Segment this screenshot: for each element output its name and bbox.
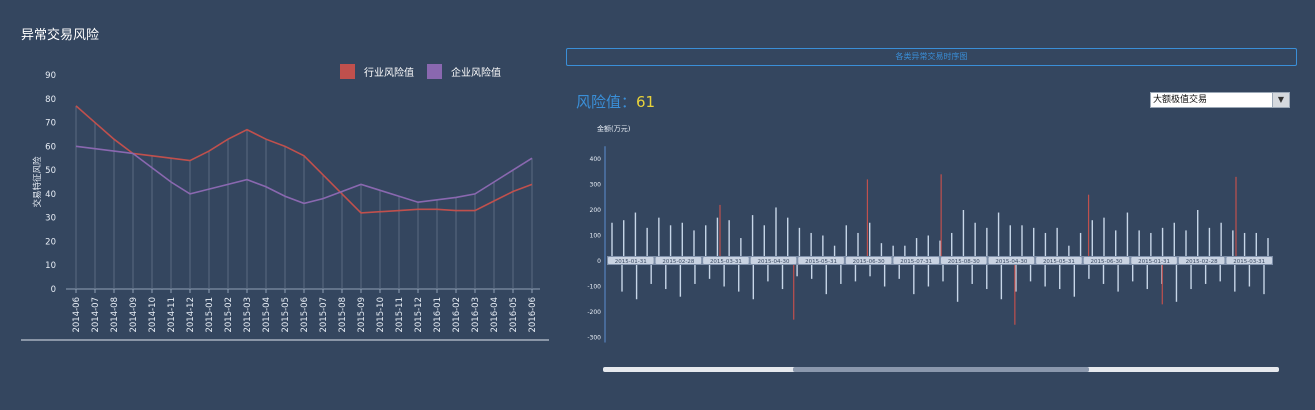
x-tick-label: 2016-01 (433, 297, 443, 333)
legend-swatch (427, 64, 442, 79)
y-tick-label: 60 (45, 142, 56, 152)
date-label: 2015-03-31 (1233, 259, 1265, 265)
date-label: 2015-04-30 (995, 259, 1027, 265)
y-tick-label: 0 (597, 258, 601, 265)
x-tick-label: 2015-07 (319, 297, 329, 333)
risk-score-label: 风险值： (576, 93, 637, 111)
y-tick-label: 20 (45, 237, 56, 247)
x-tick-label: 2014-07 (91, 297, 101, 333)
x-tick-label: 2014-10 (148, 297, 158, 333)
legend-label: 行业风险值 (364, 66, 414, 79)
date-label-box (1131, 257, 1177, 264)
x-tick-label: 2014-11 (167, 297, 177, 333)
y-tick-label: 80 (45, 95, 56, 105)
y-tick-label: 400 (590, 156, 602, 163)
y-tick-label: -200 (587, 309, 601, 316)
date-label-box (655, 257, 702, 264)
date-band (607, 256, 1273, 265)
x-tick-label: 2016-06 (528, 297, 538, 333)
x-tick-label: 2016-02 (452, 297, 462, 333)
x-tick-label: 2015-06 (300, 297, 310, 333)
y-tick-label: -300 (587, 335, 601, 342)
date-label-box (941, 257, 987, 264)
y-tick-label: 0 (51, 285, 56, 295)
x-tick-label: 2015-04 (262, 297, 272, 333)
date-label: 2015-02-28 (1186, 259, 1218, 265)
date-label-box (1226, 257, 1272, 264)
y-axis-label: 交易特征风险 (32, 156, 43, 208)
date-label: 2015-05-31 (805, 259, 837, 265)
chart-scrollbar[interactable] (603, 367, 1279, 372)
x-tick-label: 2015-03 (243, 297, 253, 333)
date-label-box (1178, 257, 1225, 264)
scrollbar-thumb[interactable] (793, 367, 1089, 372)
x-tick-label: 2014-06 (72, 297, 82, 333)
date-label-box (798, 257, 844, 264)
y-tick-label: 100 (590, 233, 602, 240)
transaction-type-select[interactable]: 大额极值交易 ▼ (1150, 92, 1290, 108)
date-label: 2015-01-31 (1138, 259, 1170, 265)
date-label: 2015-04-30 (758, 259, 790, 265)
date-label: 2015-08-30 (948, 259, 980, 265)
date-label: 2015-03-31 (710, 259, 742, 265)
x-tick-label: 2015-08 (338, 297, 348, 333)
date-label-box (703, 257, 749, 264)
y-tick-label: 50 (45, 166, 56, 176)
date-label: 2015-06-30 (1091, 259, 1123, 265)
legend-label: 企业风险值 (451, 66, 501, 79)
x-tick-label: 2016-03 (471, 297, 481, 333)
y-tick-label: 40 (45, 190, 56, 200)
risk-line-chart: 0 10 20 30 40 50 60 70 80 90 交易特征风险 2014-06 2014-07 2… (21, 64, 549, 341)
y-tick-label: 200 (590, 207, 602, 214)
x-tick-label: 2016-04 (490, 297, 500, 333)
x-tick-label: 2014-12 (186, 297, 196, 333)
x-tick-label: 2015-09 (357, 297, 367, 333)
legend-swatch (340, 64, 355, 79)
date-label-box (988, 257, 1035, 264)
risk-score-value: 61 (636, 93, 656, 111)
date-label: 2015-02-28 (662, 259, 694, 265)
y-tick-label: 10 (45, 261, 56, 271)
date-label: 2015-05-31 (1043, 259, 1075, 265)
y-tick-label: 30 (45, 214, 56, 224)
date-label-box (1036, 257, 1082, 264)
x-tick-label: 2015-11 (395, 297, 405, 333)
date-label: 2015-06-30 (853, 259, 885, 265)
chevron-down-icon[interactable]: ▼ (1272, 93, 1289, 107)
x-tick-label: 2015-01 (205, 297, 215, 333)
y-tick-label: 300 (590, 182, 602, 189)
date-label-box (845, 257, 892, 264)
x-tick-label: 2015-12 (414, 297, 424, 333)
x-tick-label: 2016-05 (509, 297, 519, 333)
date-label-box (1083, 257, 1130, 264)
x-tick-label: 2014-08 (110, 297, 120, 333)
y-tick-label: 70 (45, 119, 56, 129)
select-value: 大额极值交易 (1153, 95, 1208, 105)
x-tick-label: 2015-02 (224, 297, 234, 333)
x-tick-label: 2015-05 (281, 297, 291, 333)
date-label: 2015-07-31 (900, 259, 932, 265)
time-series-title-button[interactable]: 各类异常交易时序图 (566, 48, 1297, 66)
y-tick-label: -100 (587, 284, 601, 291)
x-tick-label: 2014-09 (129, 297, 139, 333)
x-tick-label: 2015-10 (376, 297, 386, 333)
date-label-box (750, 257, 797, 264)
y-tick-label: 90 (45, 71, 56, 81)
date-label-box (893, 257, 939, 264)
date-label-box (608, 257, 654, 264)
y-axis-label: 金额(万元) (597, 124, 631, 133)
risk-score: 风险值：61 (576, 91, 655, 112)
date-label: 2015-01-31 (615, 259, 647, 265)
